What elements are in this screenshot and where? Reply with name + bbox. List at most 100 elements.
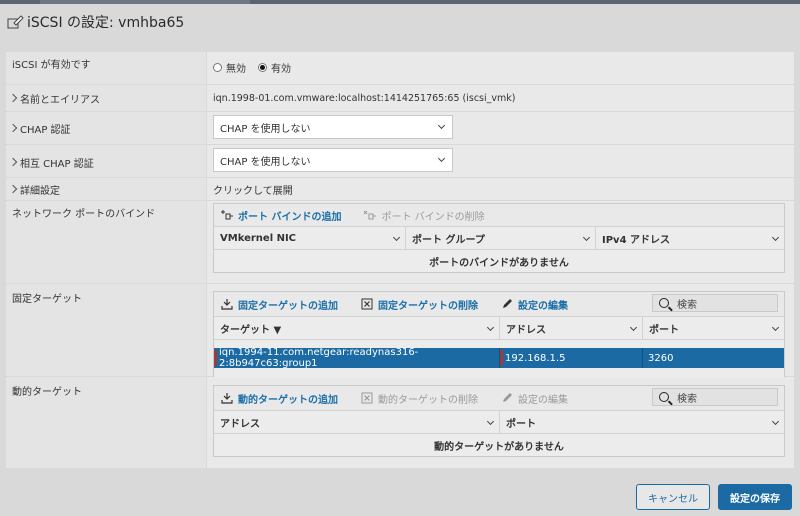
iscsi-settings-dialog: iSCSI の設定: vmhba65 iSCSI が有効です 無効 有効 名前と… <box>0 4 800 516</box>
add-dynamic-target-button[interactable]: 動的ターゲットの追加 <box>220 391 338 406</box>
chevron-down-icon[interactable] <box>392 233 401 242</box>
chevron-down-icon[interactable] <box>771 233 780 242</box>
add-port-binding-label: ポート バインドの追加 <box>238 211 342 223</box>
add-binding-icon <box>220 209 234 221</box>
edit-dynamic-settings-button[interactable]: 設定の編集 <box>500 391 568 406</box>
mutual-chap-select-value: CHAP を使用しない <box>220 156 311 168</box>
edit-dynamic-settings-label: 設定の編集 <box>518 394 568 406</box>
cell-target[interactable]: iqn.1994-11.com.netgear:readynas316-2:8b… <box>214 347 500 369</box>
row-value-mutual-chap: CHAP を使用しない <box>207 145 794 177</box>
chap-label[interactable]: CHAP 認証 <box>8 121 71 136</box>
add-static-target-button[interactable]: 固定ターゲットの追加 <box>220 297 338 312</box>
port-binding-grid: ポート バインドの追加 ポート バインドの削除 VMkernel NIC ポート… <box>213 203 785 273</box>
static-targets-search[interactable]: 検索 <box>652 294 778 312</box>
mutual-chap-label[interactable]: 相互 CHAP 認証 <box>8 155 94 170</box>
row-value-advanced[interactable]: クリックして展開 <box>207 178 794 200</box>
chevron-down-icon[interactable] <box>771 323 780 332</box>
radio-disabled[interactable]: 無効 <box>213 60 246 75</box>
enabled-label: iSCSI が有効です <box>12 59 91 71</box>
column-label: ポート グループ <box>412 234 485 246</box>
chevron-right-icon <box>8 123 18 133</box>
static-targets-toolbar: 固定ターゲットの追加 固定ターゲットの削除 設定の編集 検索 <box>214 292 784 316</box>
row-label-name[interactable]: 名前とエイリアス <box>6 85 206 111</box>
remove-target-icon <box>360 392 374 404</box>
row-value-port-binding: ポート バインドの追加 ポート バインドの削除 VMkernel NIC ポート… <box>207 201 794 283</box>
cancel-button[interactable]: キャンセル <box>636 484 710 510</box>
column-label: アドレス <box>220 418 260 430</box>
remove-static-target-button[interactable]: 固定ターゲットの削除 <box>360 297 478 312</box>
column-vmkernel-nic[interactable]: VMkernel NIC <box>214 227 406 249</box>
address-value: 192.168.1.5 <box>505 352 566 364</box>
row-label-mutual-chap[interactable]: 相互 CHAP 認証 <box>6 145 206 177</box>
add-dynamic-target-label: 動的ターゲットの追加 <box>238 394 338 406</box>
static-targets-grid: 固定ターゲットの追加 固定ターゲットの削除 設定の編集 検索 ターゲット ▼ ア… <box>213 291 785 379</box>
remove-port-binding-label: ポート バインドの削除 <box>381 211 485 223</box>
pencil-icon <box>500 298 514 310</box>
column-port-group[interactable]: ポート グループ <box>406 227 596 249</box>
chevron-down-icon[interactable] <box>582 233 591 242</box>
radio-enabled[interactable]: 有効 <box>258 60 291 75</box>
static-targets-header: ターゲット ▼ アドレス ポート <box>214 316 784 340</box>
remove-port-binding-button[interactable]: ポート バインドの削除 <box>363 208 485 223</box>
edit-static-settings-label: 設定の編集 <box>518 300 568 312</box>
row-value-name: iqn.1998-01.com.vmware:localhost:1414251… <box>207 85 794 111</box>
advanced-label-text: 詳細設定 <box>20 185 60 197</box>
row-label-chap[interactable]: CHAP 認証 <box>6 112 206 144</box>
advanced-label[interactable]: 詳細設定 <box>8 182 60 197</box>
column-port[interactable]: ポート <box>500 411 784 433</box>
enabled-radio-group: 無効 有効 <box>213 60 303 75</box>
name-label-text: 名前とエイリアス <box>20 94 100 106</box>
row-label-static-targets: 固定ターゲット <box>6 284 206 376</box>
chap-label-text: CHAP 認証 <box>20 124 71 136</box>
chevron-down-icon[interactable] <box>771 417 780 426</box>
name-label[interactable]: 名前とエイリアス <box>8 91 100 106</box>
save-settings-button[interactable]: 設定の保存 <box>718 484 792 510</box>
column-label: VMkernel NIC <box>220 232 297 244</box>
advanced-value[interactable]: クリックして展開 <box>213 182 293 197</box>
edit-static-settings-button[interactable]: 設定の編集 <box>500 297 568 312</box>
dynamic-targets-search[interactable]: 検索 <box>652 388 778 406</box>
chap-select[interactable]: CHAP を使用しない <box>213 115 453 139</box>
remove-binding-icon <box>363 209 377 221</box>
row-value-chap: CHAP を使用しない <box>207 112 794 144</box>
column-address[interactable]: アドレス <box>214 411 500 433</box>
column-address[interactable]: アドレス <box>500 317 643 339</box>
search-icon <box>659 392 669 402</box>
cell-port[interactable]: 3260 <box>643 348 784 368</box>
row-marker <box>500 350 503 366</box>
radio-enabled-circle[interactable] <box>258 62 267 72</box>
add-port-binding-button[interactable]: ポート バインドの追加 <box>220 208 341 223</box>
add-target-icon <box>220 298 234 310</box>
mutual-chap-select[interactable]: CHAP を使用しない <box>213 148 453 172</box>
column-label: ポート <box>649 324 679 336</box>
dialog-title-text: iSCSI の設定: vmhba65 <box>27 15 185 31</box>
radio-disabled-circle[interactable] <box>213 62 222 72</box>
row-value-dynamic-targets: 動的ターゲットの追加 動的ターゲットの削除 設定の編集 検索 アドレス ポート <box>207 377 794 468</box>
column-label: ターゲット ▼ <box>220 324 282 336</box>
dynamic-targets-empty-message: 動的ターゲットがありません <box>214 434 784 456</box>
add-static-target-label: 固定ターゲットの追加 <box>238 300 338 312</box>
remove-dynamic-target-button[interactable]: 動的ターゲットの削除 <box>360 391 478 406</box>
name-value: iqn.1998-01.com.vmware:localhost:1414251… <box>213 92 516 104</box>
static-search-placeholder: 検索 <box>677 299 697 311</box>
add-target-icon <box>220 392 234 404</box>
dialog-title: iSCSI の設定: vmhba65 <box>6 12 184 32</box>
column-label: ポート <box>506 418 536 430</box>
table-row[interactable]: iqn.1994-11.com.netgear:readynas316-2:8b… <box>214 347 784 369</box>
dynamic-targets-label: 動的ターゲット <box>12 386 82 398</box>
pencil-icon <box>500 392 514 404</box>
column-target[interactable]: ターゲット ▼ <box>214 317 500 339</box>
cell-address[interactable]: 192.168.1.5 <box>500 348 643 368</box>
row-value-enabled: 無効 有効 <box>207 52 794 84</box>
column-ipv4-address[interactable]: IPv4 アドレス <box>596 227 784 249</box>
port-binding-empty-message: ポートのバインドがありません <box>214 250 784 272</box>
mutual-chap-label-text: 相互 CHAP 認証 <box>20 158 94 170</box>
chevron-down-icon[interactable] <box>486 417 495 426</box>
chevron-right-icon <box>8 157 18 167</box>
chevron-down-icon[interactable] <box>629 323 638 332</box>
row-label-advanced[interactable]: 詳細設定 <box>6 178 206 200</box>
chevron-down-icon[interactable] <box>486 323 495 332</box>
column-port[interactable]: ポート <box>643 317 784 339</box>
port-value: 3260 <box>648 352 674 364</box>
chevron-down-icon <box>437 154 446 163</box>
